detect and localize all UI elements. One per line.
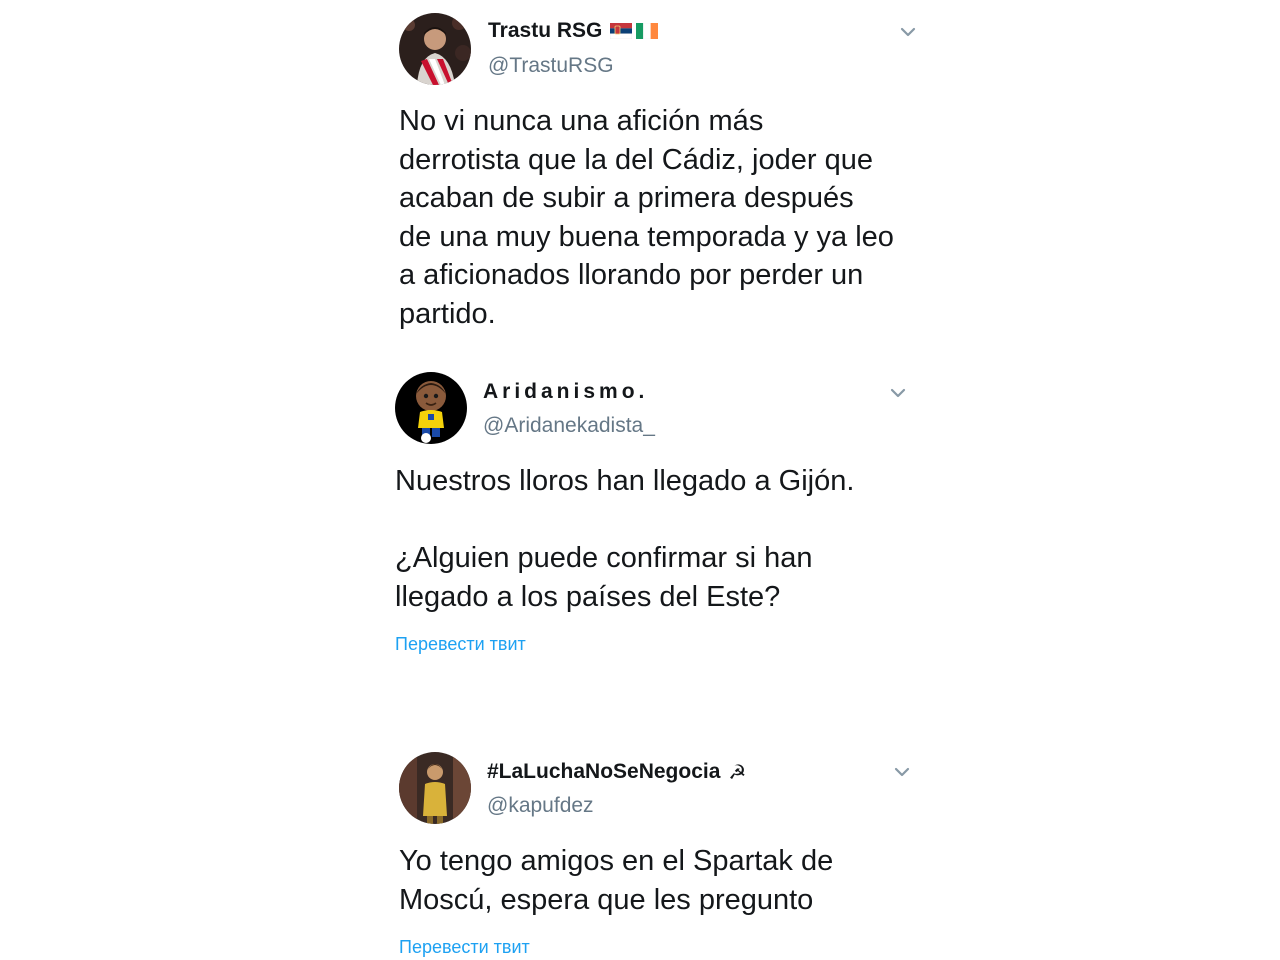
- avatar-aridanismo-image: [395, 372, 467, 444]
- avatar-trastu[interactable]: [399, 13, 471, 85]
- ireland-flag-icon: [636, 23, 659, 39]
- chevron-down-icon[interactable]: [897, 21, 919, 43]
- display-name-kapufdez[interactable]: #LaLuchaNoSeNegocia ☭: [487, 760, 746, 784]
- flag-icons: [610, 23, 659, 39]
- display-name-trastu[interactable]: Trastu RSG: [488, 19, 659, 43]
- avatar-kapufdez-image: [399, 752, 471, 824]
- tweet-text: No vi nunca una afición más derrotista q…: [399, 105, 894, 330]
- tweet-screenshot: Trastu RSG @TrastuRSG No vi nunca una af…: [0, 0, 1280, 960]
- translate-tweet-link[interactable]: Перевести твит: [395, 634, 526, 655]
- avatar-kapufdez[interactable]: [399, 752, 471, 824]
- avatar-trastu-image: [399, 13, 471, 85]
- chevron-down-icon[interactable]: [887, 382, 909, 404]
- serbia-flag-icon: [610, 23, 633, 39]
- hammer-and-sickle-icon: ☭: [728, 760, 747, 784]
- chevron-down-icon[interactable]: [891, 761, 913, 783]
- display-name-aridanismo[interactable]: Aridanismo.: [483, 380, 648, 404]
- tweet-text: Nuestros lloros han llegado a Gijón. ¿Al…: [395, 465, 855, 613]
- handle-aridanismo[interactable]: @Aridanekadista_: [483, 414, 655, 438]
- translate-tweet-link[interactable]: Перевести твит: [399, 937, 530, 958]
- display-name-text: Aridanismo.: [483, 380, 649, 403]
- avatar-aridanismo[interactable]: [395, 372, 467, 444]
- handle-kapufdez[interactable]: @kapufdez: [487, 794, 594, 818]
- tweet-text: Yo tengo amigos en el Spartak de Moscú, …: [399, 845, 834, 916]
- display-name-text: #LaLuchaNoSeNegocia: [487, 760, 721, 783]
- handle-trastu[interactable]: @TrastuRSG: [488, 54, 614, 78]
- display-name-text: Trastu RSG: [488, 19, 603, 42]
